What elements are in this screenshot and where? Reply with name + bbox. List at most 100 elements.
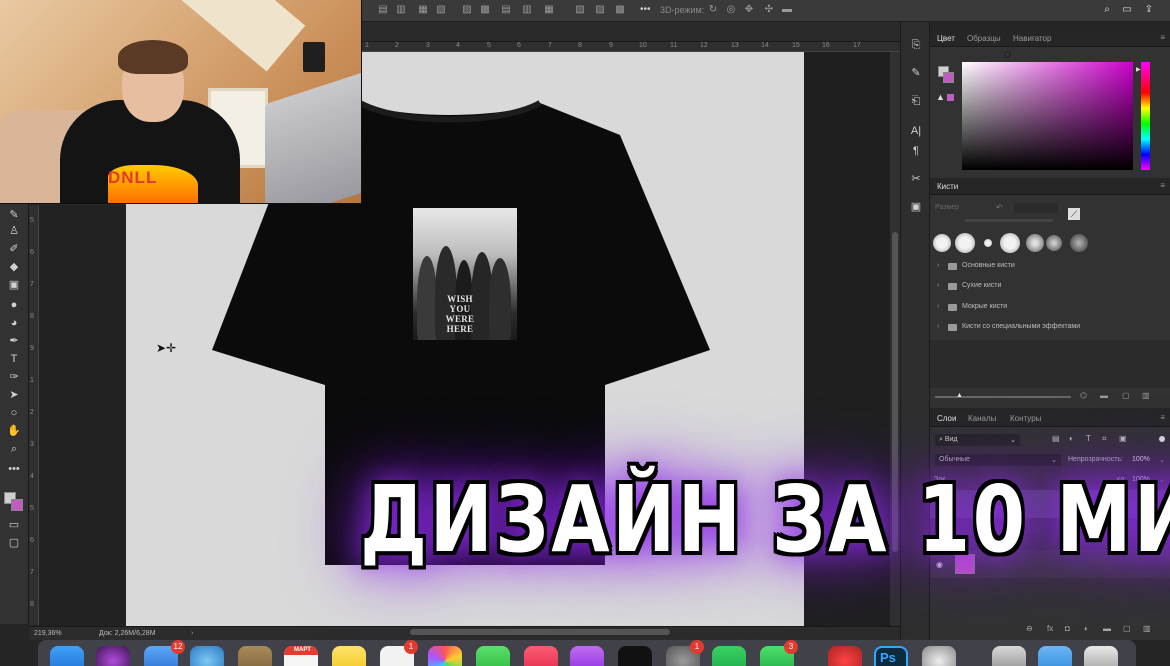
align-icon[interactable]: ▥ [396,5,406,15]
brush-settings-icon[interactable]: ✎ [909,66,923,80]
slider-thumb-icon[interactable]: ▲ [956,392,963,399]
distribute-icon[interactable]: ▨ [595,5,605,15]
adjustment-filter-icon[interactable]: ◐ [1069,434,1074,443]
contacts-icon[interactable] [238,646,272,666]
brush-group[interactable]: › Сухие кисти [932,278,1168,296]
trash-icon[interactable]: ▥ [1143,624,1151,633]
chrome-icon[interactable] [828,646,862,666]
3d-camera-icon[interactable]: ▬ [782,5,792,15]
facetime-icon[interactable] [712,646,746,666]
stamp-tool-icon[interactable]: ♙ [6,224,22,238]
type-filter-icon[interactable]: T [1086,434,1091,443]
photos-icon[interactable] [428,646,462,666]
tab-paths[interactable]: Контуры [1010,414,1041,423]
tab-brushes[interactable]: Кисти [937,182,958,191]
3d-slide-icon[interactable]: ✣ [764,5,774,15]
distribute-icon[interactable]: ▥ [522,5,532,15]
workspace-icon[interactable]: ▭ [1122,5,1132,15]
brush-tool-icon[interactable]: ✎ [6,208,22,222]
size-input[interactable] [1014,203,1058,213]
opacity-value[interactable]: 100% [1132,456,1150,463]
brush-options-icon[interactable]: ⌬ [1080,391,1087,400]
tab-swatches[interactable]: Образцы [967,34,1001,43]
gamut-swatch[interactable] [947,94,954,101]
distribute-icon[interactable]: ▩ [480,5,490,15]
align-icon[interactable]: ▤ [378,5,388,15]
link-layers-icon[interactable]: ⊖ [1026,624,1033,633]
tab-color[interactable]: Цвет [937,34,955,43]
direct-selection-icon[interactable]: ➤ [6,388,22,402]
search-icon[interactable]: ⌕ [1102,5,1112,15]
eraser-tool-icon[interactable]: ◆ [6,260,22,274]
siri-icon[interactable] [96,646,130,666]
horizontal-scrollbar[interactable] [410,629,670,635]
layer-filter-select[interactable]: ⌕ Вид ⌄ [935,434,1020,446]
tv-icon[interactable] [618,646,652,666]
chevron-down-icon[interactable]: ⌄ [1159,456,1165,464]
background-color-swatch[interactable] [11,499,23,511]
preview-icon[interactable] [992,646,1026,666]
history-panel-icon[interactable]: ⎘ [909,38,923,52]
panel-menu-icon[interactable]: ≡ [1160,33,1165,42]
distribute-icon[interactable]: ▤ [501,5,511,15]
brush-tip[interactable] [955,233,975,253]
distribute-icon[interactable]: ▦ [544,5,554,15]
brush-tip[interactable] [1026,234,1044,252]
path-selection-icon[interactable]: ✑ [6,370,22,384]
brush-tip[interactable] [933,234,951,252]
gradient-tool-icon[interactable]: ▣ [6,278,22,292]
zoom-tool-icon[interactable]: ⌕ [6,442,22,456]
time-machine-icon[interactable] [922,646,956,666]
pen-tool-icon[interactable]: ✒ [6,334,22,348]
tools-preset-icon[interactable]: ✂ [909,172,923,186]
3d-roll-icon[interactable]: ◎ [726,5,736,15]
panel-menu-icon[interactable]: ≡ [1160,181,1165,190]
distribute-icon[interactable]: ▨ [462,5,472,15]
panel-menu-icon[interactable]: ≡ [1160,413,1165,422]
brush-tip[interactable] [1070,234,1088,252]
clone-source-icon[interactable]: ⎗ [909,94,923,108]
color-picker-marker[interactable] [1004,51,1011,58]
blur-tool-icon[interactable]: ● [6,298,22,312]
new-brush-icon[interactable]: ⟋ [1068,208,1080,220]
distribute-icon[interactable]: ▩ [615,5,625,15]
new-brush-icon[interactable]: ▢ [1122,391,1130,400]
color-picker-field[interactable] [962,62,1133,170]
reset-icon[interactable]: ↶ [996,203,1003,212]
music-icon[interactable] [524,646,558,666]
app-store-icon[interactable] [50,646,84,666]
hand-tool-icon[interactable]: ✋ [6,424,22,438]
brush-group[interactable]: › Мокрые кисти [932,299,1168,317]
tab-channels[interactable]: Каналы [968,414,996,423]
brush-tip[interactable] [984,239,992,247]
hue-slider[interactable] [1141,62,1150,170]
new-layer-icon[interactable]: ▢ [1123,624,1131,633]
size-slider[interactable] [965,219,1053,222]
pixel-filter-icon[interactable]: ▤ [1052,434,1060,443]
history-brush-icon[interactable]: ✐ [6,242,22,256]
align-icon[interactable]: ▦ [418,5,428,15]
3d-rotate-icon[interactable]: ↻ [708,5,718,15]
messages-icon[interactable] [476,646,510,666]
more-options-icon[interactable]: ••• [640,5,651,15]
notes-icon[interactable] [332,646,366,666]
fx-icon[interactable]: fx [1047,624,1053,633]
brush-tip[interactable] [1046,235,1062,251]
paragraph-panel-icon[interactable]: ¶ [909,144,923,158]
new-group-icon[interactable]: ▬ [1100,391,1108,400]
ellipse-tool-icon[interactable]: ○ [6,406,22,420]
tab-layers[interactable]: Слои [937,414,956,423]
layer-mask-icon[interactable]: ◘ [1065,624,1070,633]
safari-icon[interactable] [190,646,224,666]
brush-group[interactable]: › Кисти со специальными эффектами [932,319,1168,337]
new-group-icon[interactable]: ▬ [1103,624,1111,633]
brush-group[interactable]: › Основные кисти [932,258,1168,276]
tab-navigator[interactable]: Навигатор [1013,34,1051,43]
quick-mask-icon[interactable]: ▭ [6,518,22,532]
type-tool-icon[interactable]: T [6,352,22,366]
brush-tip[interactable] [1000,233,1020,253]
character-panel-icon[interactable]: A| [909,124,923,138]
distribute-icon[interactable]: ▧ [436,5,446,15]
podcasts-icon[interactable] [570,646,604,666]
adjustment-layer-icon[interactable]: ◐ [1084,624,1089,633]
